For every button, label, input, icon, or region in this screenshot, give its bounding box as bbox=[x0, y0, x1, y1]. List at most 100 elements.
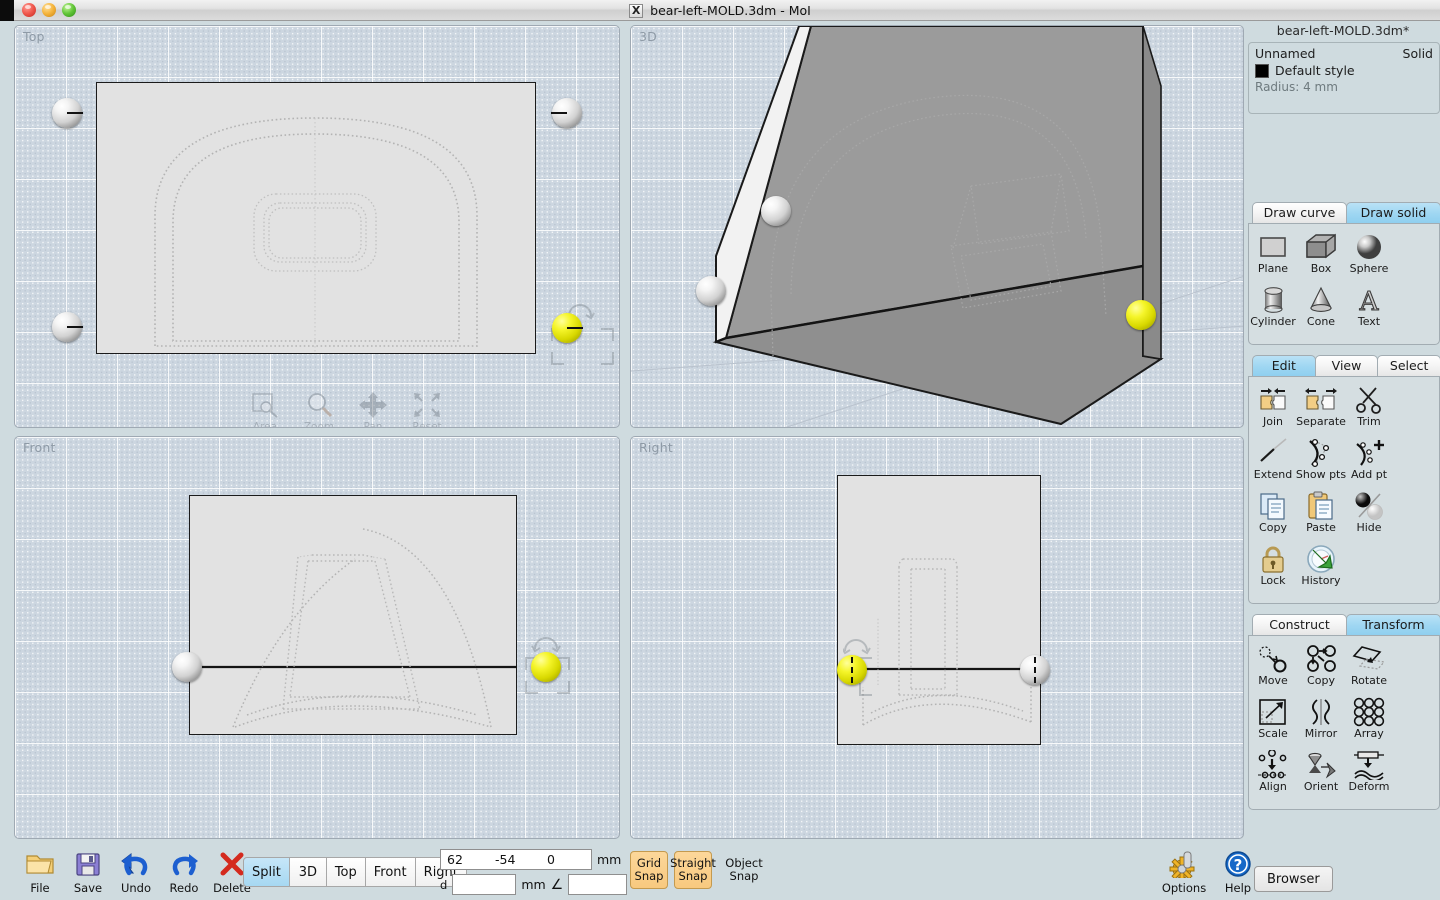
tool-add-pt[interactable]: Add pt bbox=[1345, 436, 1393, 489]
tab-select[interactable]: Select bbox=[1377, 355, 1440, 376]
tool-scale[interactable]: Scale bbox=[1249, 695, 1297, 748]
handle-axis-line bbox=[67, 326, 83, 328]
four-arrows-icon bbox=[353, 389, 393, 421]
title-bar: X bear-left-MOLD.3dm - MoI bbox=[0, 0, 1440, 21]
tool-join[interactable]: Join bbox=[1249, 383, 1297, 436]
tab-construct[interactable]: Construct bbox=[1252, 614, 1347, 635]
angle-input[interactable] bbox=[568, 874, 627, 895]
tool-array[interactable]: Array bbox=[1345, 695, 1393, 748]
mirror-icon bbox=[1301, 695, 1341, 728]
object-properties-panel[interactable]: Unnamed Solid Default style Radius: 4 mm bbox=[1248, 42, 1440, 114]
edit-tab-row: Edit View Select bbox=[1246, 355, 1440, 376]
straight-snap-button[interactable]: Straight Snap bbox=[674, 851, 712, 889]
tool-cone[interactable]: Cone bbox=[1297, 283, 1345, 336]
tab-edit[interactable]: Edit bbox=[1252, 355, 1316, 376]
tool-label: Paste bbox=[1306, 522, 1336, 534]
nav-zoom[interactable]: Zoom bbox=[299, 389, 339, 428]
drag-handle-right-end[interactable] bbox=[1020, 655, 1050, 685]
object-name[interactable]: Unnamed bbox=[1255, 46, 1315, 61]
tab-transform[interactable]: Transform bbox=[1346, 614, 1440, 635]
drag-handle-selected-top[interactable] bbox=[552, 313, 582, 343]
drag-handle-3d-a[interactable] bbox=[761, 196, 791, 226]
view-3d-button[interactable]: 3D bbox=[289, 857, 327, 887]
tool-copy[interactable]: Copy bbox=[1249, 489, 1297, 542]
floppy-disk-icon bbox=[74, 848, 102, 880]
tool-move[interactable]: Move bbox=[1249, 642, 1297, 695]
tool-mirror[interactable]: Mirror bbox=[1297, 695, 1345, 748]
tool-deform[interactable]: Deform bbox=[1345, 748, 1393, 801]
redo-button[interactable]: Redo bbox=[160, 848, 208, 895]
redo-label: Redo bbox=[170, 881, 199, 895]
edit-tools: Join Separate bbox=[1249, 383, 1439, 595]
tool-label: Deform bbox=[1349, 781, 1390, 793]
right-view-ghost-geometry bbox=[631, 437, 1244, 839]
grid-snap-button[interactable]: Grid Snap bbox=[630, 851, 668, 889]
distance-input[interactable] bbox=[452, 874, 516, 895]
tool-hide[interactable]: Hide bbox=[1345, 489, 1393, 542]
delete-x-icon bbox=[218, 848, 246, 880]
tool-history[interactable]: History bbox=[1297, 542, 1345, 595]
tool-rotate[interactable]: Rotate bbox=[1345, 642, 1393, 695]
coord-x[interactable]: 62 bbox=[441, 852, 495, 867]
tool-label: Sphere bbox=[1350, 263, 1389, 275]
drag-handle-bottom-left[interactable] bbox=[52, 312, 82, 342]
tool-show-pts[interactable]: Show pts bbox=[1297, 436, 1345, 489]
tab-draw-curve[interactable]: Draw curve bbox=[1252, 202, 1347, 223]
tool-box[interactable]: Box bbox=[1297, 230, 1345, 283]
drag-handle-3d-selected[interactable] bbox=[1126, 300, 1156, 330]
add-point-icon bbox=[1349, 436, 1389, 469]
align-icon bbox=[1253, 748, 1293, 781]
tool-copy-objects[interactable]: Copy bbox=[1297, 642, 1345, 695]
drag-handle-top-right[interactable] bbox=[552, 98, 582, 128]
nav-pan[interactable]: Pan bbox=[353, 389, 393, 428]
tool-orient[interactable]: Orient bbox=[1297, 748, 1345, 801]
drag-handle-right-selected[interactable] bbox=[837, 655, 867, 685]
xyz-coordinate-input[interactable]: 62 -54 0 bbox=[440, 849, 592, 870]
tool-lock[interactable]: Lock bbox=[1249, 542, 1297, 595]
tool-label: Trim bbox=[1357, 416, 1380, 428]
save-button[interactable]: Save bbox=[64, 848, 112, 895]
tool-cylinder[interactable]: Cylinder bbox=[1249, 283, 1297, 336]
tool-text[interactable]: A Text bbox=[1345, 283, 1393, 336]
angle-symbol: ∠ bbox=[551, 877, 564, 893]
view-top-button[interactable]: Top bbox=[326, 857, 366, 887]
drag-handle-3d-b[interactable] bbox=[696, 276, 726, 306]
viewport-3d[interactable]: 3D bbox=[630, 25, 1244, 428]
drag-handle-front-left[interactable] bbox=[172, 652, 202, 682]
options-button[interactable]: Options bbox=[1160, 848, 1208, 895]
nav-reset[interactable]: Reset bbox=[407, 389, 447, 428]
file-button[interactable]: File bbox=[16, 848, 64, 895]
tool-label: Hide bbox=[1356, 522, 1381, 534]
tool-label: Copy bbox=[1259, 522, 1287, 534]
tool-trim[interactable]: Trim bbox=[1345, 383, 1393, 436]
copy-objects-icon bbox=[1301, 642, 1341, 675]
tool-paste[interactable]: Paste bbox=[1297, 489, 1345, 542]
tab-draw-solid[interactable]: Draw solid bbox=[1346, 202, 1440, 223]
hide-icon bbox=[1349, 489, 1389, 522]
tool-plane[interactable]: Plane bbox=[1249, 230, 1297, 283]
coord-z[interactable]: 0 bbox=[547, 852, 587, 867]
browser-button[interactable]: Browser bbox=[1254, 866, 1333, 892]
scissors-icon bbox=[1349, 383, 1389, 416]
style-color-swatch[interactable] bbox=[1255, 64, 1269, 78]
object-style[interactable]: Default style bbox=[1275, 63, 1355, 78]
view-front-button[interactable]: Front bbox=[365, 857, 416, 887]
object-snap-button[interactable]: Object Snap bbox=[718, 857, 770, 883]
viewport-front[interactable]: Front bbox=[14, 436, 620, 839]
moi-application-window: X bear-left-MOLD.3dm - MoI Top bbox=[0, 0, 1440, 900]
tool-separate[interactable]: Separate bbox=[1297, 383, 1345, 436]
undo-button[interactable]: Undo bbox=[112, 848, 160, 895]
tool-sphere[interactable]: Sphere bbox=[1345, 230, 1393, 283]
tool-extend[interactable]: Extend bbox=[1249, 436, 1297, 489]
nav-area[interactable]: Area bbox=[245, 389, 285, 428]
tool-label: Lock bbox=[1260, 575, 1285, 587]
tool-label: Move bbox=[1258, 675, 1288, 687]
view-split-button[interactable]: Split bbox=[243, 857, 290, 887]
drag-handle-top-left[interactable] bbox=[52, 98, 82, 128]
viewport-top[interactable]: Top bbox=[14, 25, 620, 428]
drag-handle-front-selected[interactable] bbox=[531, 652, 561, 682]
viewport-right[interactable]: Right bbox=[630, 436, 1244, 839]
tool-align[interactable]: Align bbox=[1249, 748, 1297, 801]
tab-view[interactable]: View bbox=[1315, 355, 1379, 376]
coord-y[interactable]: -54 bbox=[495, 852, 547, 867]
